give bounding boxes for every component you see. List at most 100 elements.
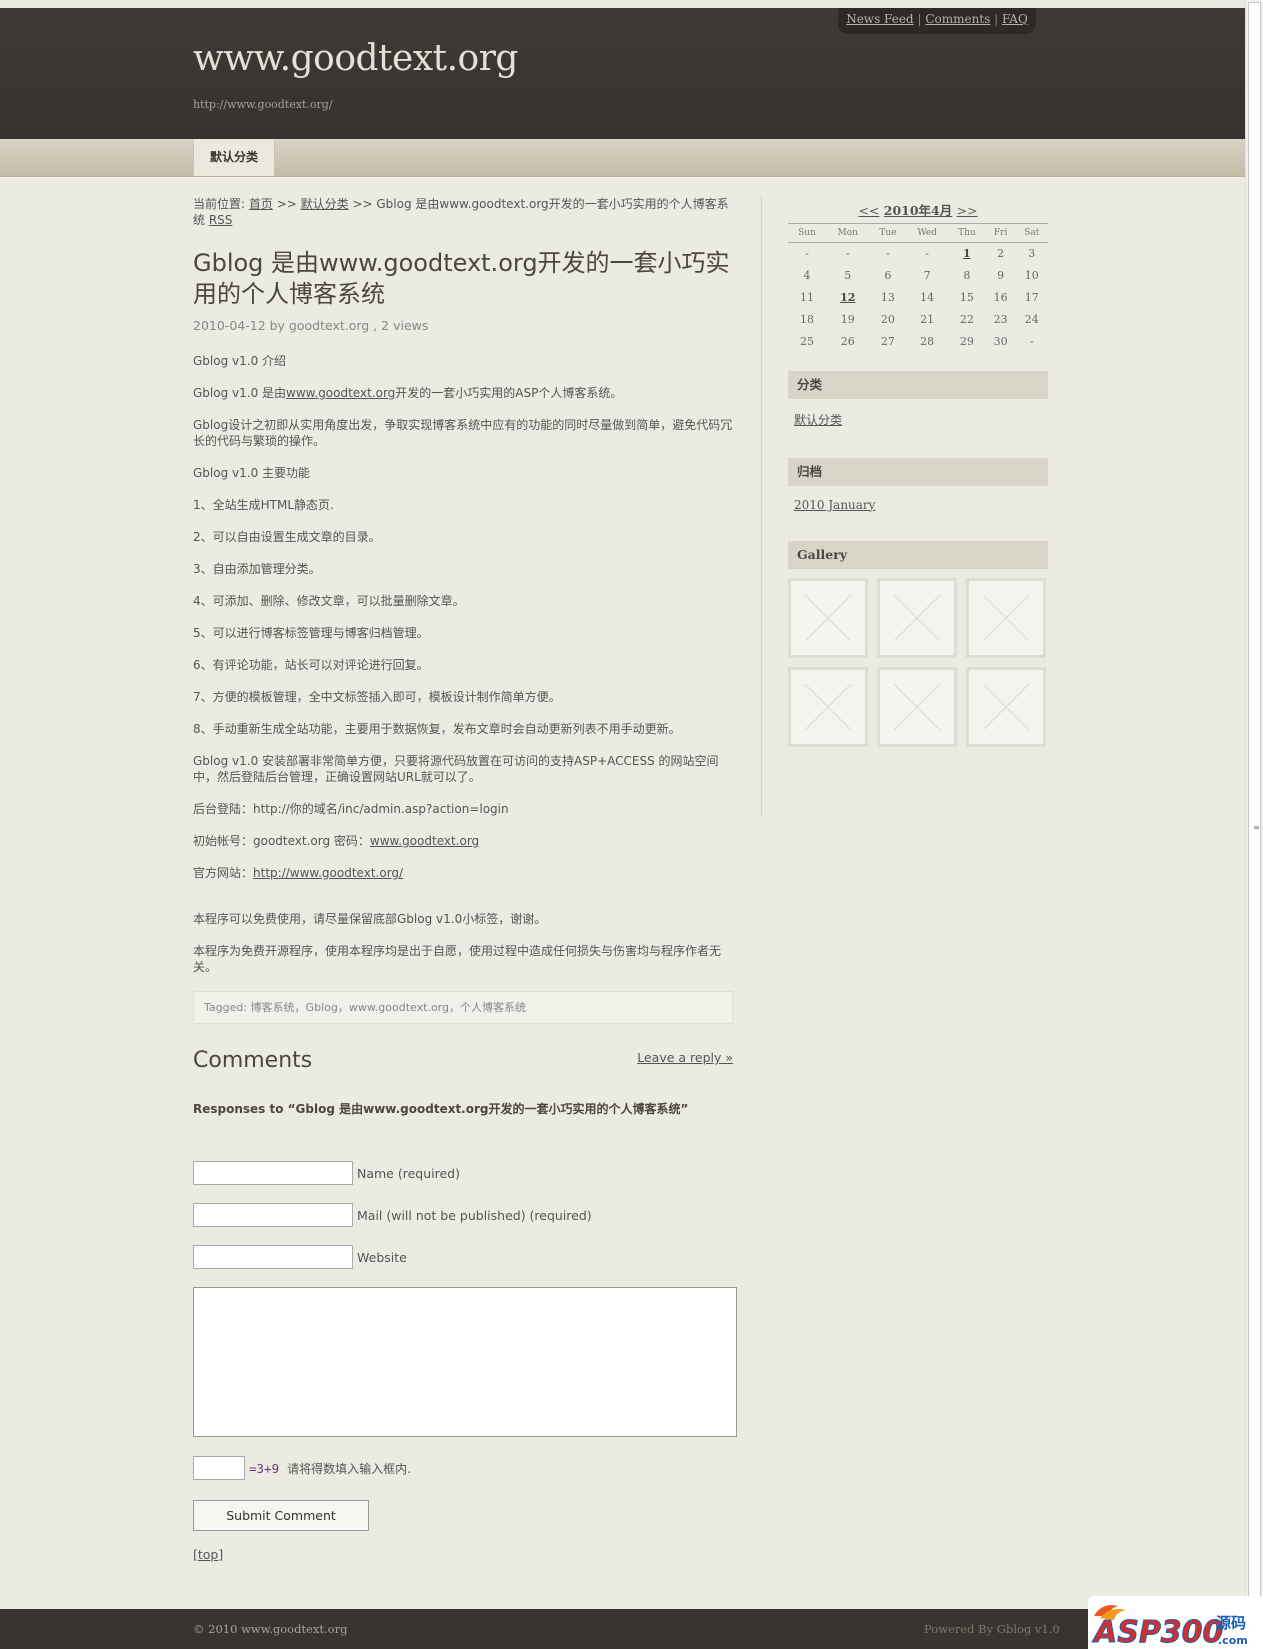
mail-input[interactable] [193, 1203, 353, 1227]
main-content: 当前位置: 首页 >> 默认分类 >> Gblog 是由www.goodtext… [193, 196, 737, 1562]
name-row: Name (required) [193, 1161, 733, 1185]
website-input[interactable] [193, 1245, 353, 1269]
gallery-widget-title: Gallery [788, 540, 1048, 569]
captcha-hint: 请将得数填入输入框内. [287, 1461, 411, 1476]
calendar-week-row: 11 12 13 14 15 16 17 [788, 287, 1048, 309]
top-link[interactable]: [top] [193, 1547, 233, 1562]
official-paragraph: 官方网站：http://www.goodtext.org/ [193, 865, 733, 881]
calendar-month-link[interactable]: 2010年4月 [884, 203, 953, 218]
footer-powered-by: Powered By Gblog v1.0 [924, 1622, 1060, 1636]
logo-text: ASP300 [1092, 1615, 1223, 1649]
calendar-body: - - - -1 2 3 4 5 6 7 8 9 10 11 12 13 14 15 16 17 18 19 20 21 22 2… [788, 243, 1048, 353]
nav-separator: | [994, 12, 999, 26]
intro-pre: Gblog v1.0 是由 [193, 386, 287, 400]
calendar-prev-link[interactable]: << [858, 203, 879, 218]
calendar-day: - [925, 247, 929, 261]
tab-default-category[interactable]: 默认分类 [193, 139, 275, 176]
free-paragraph: 本程序可以免费使用，请尽量保留底部Gblog v1.0小标签，谢谢。 [193, 912, 547, 926]
calendar-weekday: Sat [1015, 223, 1048, 243]
submit-comment-button[interactable]: Submit Comment [193, 1500, 369, 1531]
gallery-thumbnail[interactable] [788, 666, 868, 747]
scrollbar-thumb[interactable]: ≡ [1248, 2, 1261, 1602]
calendar-week-row: - - - - 12 3 [788, 243, 1048, 265]
post-meta: 2010-04-12 by goodtext.org , 2 views [193, 318, 429, 333]
archive-widget-title: 归档 [788, 457, 1048, 486]
comments-link[interactable]: Comments [925, 12, 990, 26]
post-tags: Tagged: 博客系统，Gblog，www.goodtext.org，个人博客… [193, 991, 733, 1024]
mail-label: Mail (will not be published) (required) [357, 1207, 592, 1223]
broken-image-icon [893, 594, 941, 641]
gallery-thumbnail[interactable] [966, 666, 1046, 747]
calendar-weekday: Wed [906, 223, 949, 243]
archive-link[interactable]: 2010 January [794, 498, 875, 512]
news-feed-link[interactable]: News Feed [846, 12, 913, 26]
site-title[interactable]: www.goodtext.org [193, 38, 518, 79]
gallery-thumbnail[interactable] [966, 577, 1046, 658]
intro-site-link[interactable]: www.goodtext.org [286, 386, 395, 400]
captcha-question: =3+9 [249, 1460, 280, 1476]
sidebar-category-link[interactable]: 默认分类 [794, 411, 842, 428]
calendar-day: - [1029, 335, 1034, 348]
gallery-grid [788, 577, 1048, 747]
post-title: Gblog 是由www.goodtext.org开发的一套小巧实用的个人博客系统 [193, 249, 730, 308]
calendar-day-link[interactable]: 1 [948, 243, 986, 265]
logo-suffix-com: .com [1218, 1634, 1248, 1647]
calendar-day: - [886, 247, 890, 261]
sidebar: << 2010年4月 >> Sun Mon Tue Wed Thu Fri Sat - - - -… [788, 200, 1048, 747]
calendar-day: 25 [799, 335, 814, 348]
comment-textarea[interactable] [193, 1287, 737, 1437]
website-row: Website [193, 1245, 733, 1269]
calendar-day: 20 [880, 313, 895, 326]
site-url: http://www.goodtext.org/ [193, 98, 333, 111]
calendar-week-row: 25 26 27 28 29 30 - [788, 331, 1048, 353]
calendar-day: 30 [993, 335, 1008, 348]
gallery-thumbnail[interactable] [788, 577, 868, 658]
vertical-scrollbar[interactable]: ≡ [1245, 0, 1263, 1649]
calendar-day: 9 [997, 269, 1005, 282]
calendar-next-link[interactable]: >> [957, 203, 978, 218]
calendar-day: 17 [1024, 291, 1039, 304]
calendar-day-link[interactable]: 12 [826, 287, 870, 309]
calendar-day: 10 [1024, 269, 1039, 282]
admin-login-paragraph: 后台登陆：http://你的域名/inc/admin.asp?action=lo… [193, 802, 509, 816]
site-footer: © 2010 www.goodtext.org Powered By Gblog… [0, 1609, 1245, 1649]
design-paragraph: Gblog设计之初即从实用角度出发，争取实现博客系统中应有的功能的同时尽量做到简… [193, 418, 733, 448]
disclaimer-paragraph: 本程序为免费开源程序，使用本程序均是出于自愿，使用过程中造成任何损失与伤害均与程… [193, 944, 722, 974]
calendar-day: 15 [959, 291, 974, 304]
name-label: Name (required) [357, 1165, 460, 1181]
comments-header: Comments Leave a reply » [193, 1048, 733, 1078]
calendar-weekday-row: Sun Mon Tue Wed Thu Fri Sat [788, 223, 1048, 243]
calendar-day: 14 [920, 291, 935, 304]
top-nav: News Feed | Comments | FAQ [838, 8, 1036, 34]
content-divider [761, 196, 762, 816]
captcha-input[interactable] [193, 1456, 245, 1480]
breadcrumb-category-link[interactable]: 默认分类 [301, 197, 349, 211]
calendar-day: - [805, 247, 809, 261]
account-password-link[interactable]: www.goodtext.org [370, 834, 479, 848]
calendar-weekday: Mon [825, 223, 870, 243]
calendar-day: 23 [993, 313, 1008, 326]
gallery-thumbnail[interactable] [877, 666, 957, 747]
feature-item: 3、自由添加管理分类。 [193, 562, 321, 576]
calendar-day: - [845, 247, 850, 261]
calendar-day: 21 [920, 313, 935, 326]
website-label: Website [357, 1249, 407, 1265]
gallery-thumbnail[interactable] [877, 577, 957, 658]
captcha-row: =3+9 请将得数填入输入框内. [193, 1456, 733, 1480]
feature-item: 6、有评论功能，站长可以对评论进行回复。 [193, 658, 429, 672]
calendar-day: 16 [993, 291, 1008, 304]
official-site-link[interactable]: http://www.goodtext.org/ [253, 866, 403, 880]
features-heading: Gblog v1.0 主要功能 [193, 466, 311, 480]
leave-reply-link[interactable]: Leave a reply » [637, 1050, 733, 1065]
rss-link[interactable]: RSS [209, 213, 233, 227]
install-paragraph: Gblog v1.0 安装部署非常简单方便，只要将源代码放置在可访问的支持ASP… [193, 754, 719, 784]
calendar-day: 26 [840, 335, 855, 348]
calendar-day: 18 [799, 313, 814, 326]
name-input[interactable] [193, 1161, 353, 1185]
official-pre: 官方网站： [193, 866, 254, 880]
breadcrumb-home-link[interactable]: 首页 [249, 197, 273, 211]
intro-post: 开发的一套小巧实用的ASP个人博客系统。 [395, 386, 623, 400]
account-paragraph: 初始帐号：goodtext.org 密码：www.goodtext.org [193, 833, 733, 849]
faq-link[interactable]: FAQ [1002, 12, 1028, 26]
calendar-weekday: Fri [985, 223, 1016, 243]
